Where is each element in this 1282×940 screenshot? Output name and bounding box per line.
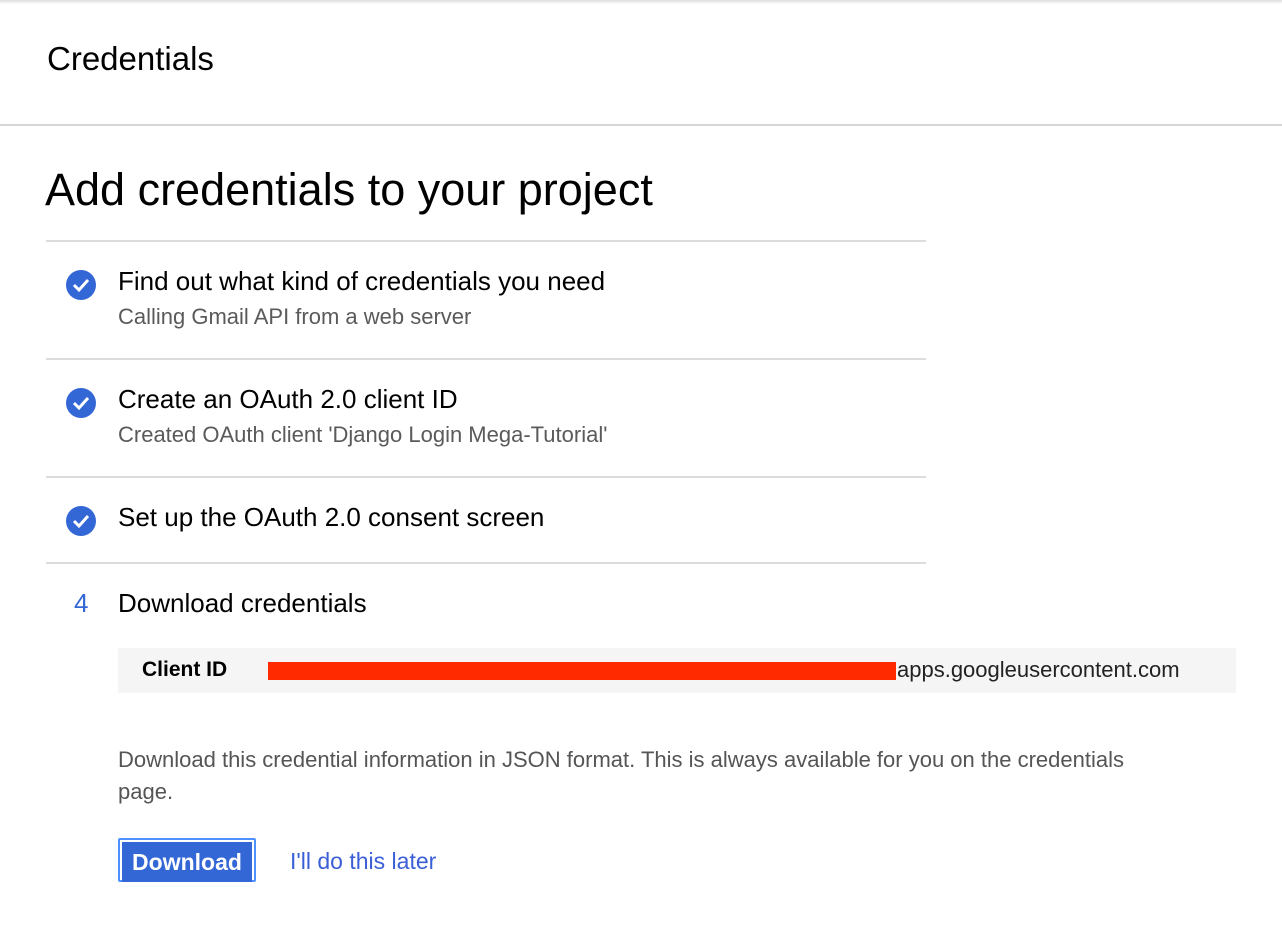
- client-id-box: Client ID apps.googleusercontent.com: [118, 648, 1236, 693]
- divider: [46, 358, 926, 360]
- download-description: Download this credential information in …: [118, 747, 1124, 804]
- divider: [46, 562, 926, 564]
- header-divider: [0, 124, 1282, 126]
- check-circle-icon: [66, 388, 96, 418]
- client-id-label: Client ID: [142, 658, 228, 681]
- client-id-value[interactable]: apps.googleusercontent.com: [268, 657, 1180, 683]
- redaction-bar: [268, 662, 896, 681]
- step-title: Create an OAuth 2.0 client ID: [118, 384, 458, 414]
- download-button[interactable]: Download: [118, 838, 256, 882]
- step-subtitle: Calling Gmail API from a web server: [118, 304, 472, 329]
- download-button-label: Download: [122, 842, 252, 882]
- page-title: Add credentials to your project: [45, 164, 653, 215]
- divider: [46, 240, 926, 242]
- step-title: Download credentials: [118, 588, 367, 618]
- divider: [46, 476, 926, 478]
- header-title: Credentials: [47, 40, 214, 77]
- client-id-suffix: apps.googleusercontent.com: [897, 657, 1180, 682]
- step-title: Set up the OAuth 2.0 consent screen: [118, 502, 545, 532]
- step-number: 4: [74, 588, 89, 618]
- check-circle-icon: [66, 270, 96, 300]
- top-shadow: [0, 0, 1282, 4]
- step-subtitle: Created OAuth client 'Django Login Mega-…: [118, 422, 608, 447]
- step-title: Find out what kind of credentials you ne…: [118, 266, 606, 296]
- do-later-link[interactable]: I'll do this later: [290, 848, 436, 875]
- check-circle-icon: [66, 506, 96, 536]
